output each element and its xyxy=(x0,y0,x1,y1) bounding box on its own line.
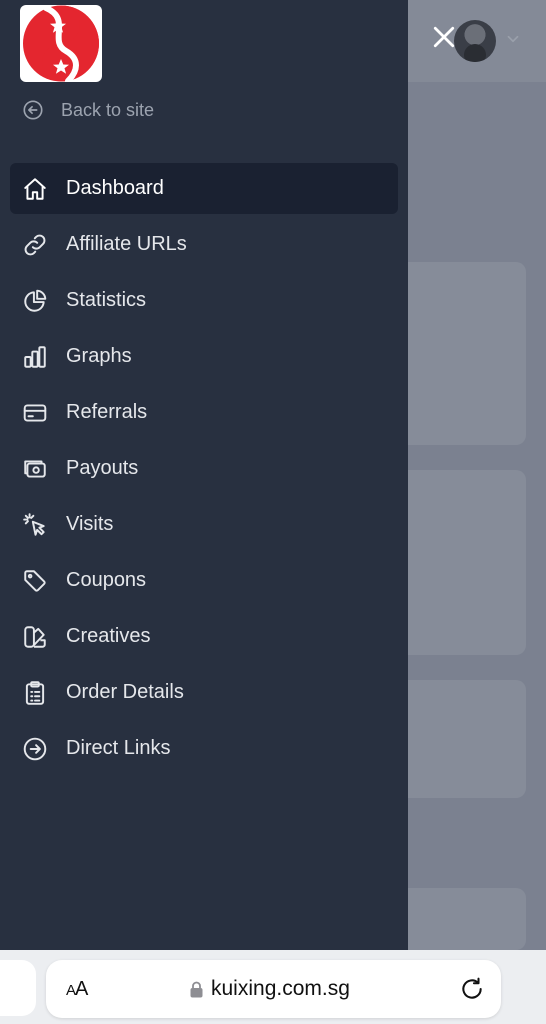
sidebar-item-affiliate-urls[interactable]: Affiliate URLs xyxy=(10,219,398,270)
arrow-right-circle-icon xyxy=(22,736,48,762)
pie-chart-icon xyxy=(22,288,48,314)
previous-tab-peek[interactable] xyxy=(0,960,36,1016)
back-to-site-label: Back to site xyxy=(61,99,155,120)
url-display[interactable]: kuixing.com.sg xyxy=(190,977,350,1001)
lock-icon xyxy=(190,981,203,997)
logo[interactable] xyxy=(20,5,102,82)
sidebar-item-visits[interactable]: Visits xyxy=(10,499,398,550)
sidebar-item-label: Statistics xyxy=(66,289,147,311)
sidebar-item-label: Graphs xyxy=(66,345,132,367)
home-icon xyxy=(22,176,48,202)
yin-yang-stars-logo xyxy=(23,5,100,82)
text-size-button[interactable]: AA xyxy=(66,978,88,1001)
sidebar-item-label: Visits xyxy=(66,513,114,535)
link-icon xyxy=(22,232,48,258)
back-to-site-link[interactable]: Back to site xyxy=(22,96,154,124)
sidebar-item-label: Referrals xyxy=(66,401,148,423)
sidebar-item-order-details[interactable]: Order Details xyxy=(10,667,398,718)
clipboard-list-icon xyxy=(22,680,48,706)
sidebar: Back to site Dashboard Affiliate URLs St… xyxy=(0,0,408,950)
bar-chart-icon xyxy=(22,344,48,370)
content-card xyxy=(408,470,526,655)
sidebar-item-coupons[interactable]: Coupons xyxy=(10,555,398,606)
sidebar-item-statistics[interactable]: Statistics xyxy=(10,275,398,326)
content-card xyxy=(408,262,526,445)
arrow-left-circle-icon xyxy=(23,100,43,120)
user-avatar[interactable] xyxy=(454,20,496,62)
sidebar-item-dashboard[interactable]: Dashboard xyxy=(10,163,398,214)
tag-icon xyxy=(22,568,48,594)
close-icon[interactable] xyxy=(429,22,459,52)
content-card xyxy=(408,680,526,798)
cash-icon xyxy=(22,456,48,482)
sidebar-item-creatives[interactable]: Creatives xyxy=(10,611,398,662)
sidebar-item-label: Order Details xyxy=(66,681,184,703)
browser-toolbar: AA kuixing.com.sg xyxy=(0,950,546,1024)
chevron-down-icon[interactable] xyxy=(504,30,522,48)
sidebar-item-direct-links[interactable]: Direct Links xyxy=(10,723,398,774)
sidebar-item-label: Creatives xyxy=(66,625,151,647)
credit-card-icon xyxy=(22,400,48,426)
sidebar-item-label: Direct Links xyxy=(66,737,171,759)
url-text: kuixing.com.sg xyxy=(211,977,350,1000)
sidebar-item-graphs[interactable]: Graphs xyxy=(10,331,398,382)
sidebar-item-label: Coupons xyxy=(66,569,147,591)
address-bar[interactable]: AA kuixing.com.sg xyxy=(46,960,501,1018)
cursor-click-icon xyxy=(22,512,48,538)
sidebar-item-referrals[interactable]: Referrals xyxy=(10,387,398,438)
reload-icon[interactable] xyxy=(459,976,485,1002)
sidebar-item-payouts[interactable]: Payouts xyxy=(10,443,398,494)
sidebar-item-label: Dashboard xyxy=(66,177,164,199)
sidebar-item-label: Affiliate URLs xyxy=(66,233,187,255)
content-card xyxy=(408,888,526,950)
color-swatch-icon xyxy=(22,624,48,650)
sidebar-nav: Dashboard Affiliate URLs Statistics Grap… xyxy=(10,163,398,779)
sidebar-item-label: Payouts xyxy=(66,457,139,479)
